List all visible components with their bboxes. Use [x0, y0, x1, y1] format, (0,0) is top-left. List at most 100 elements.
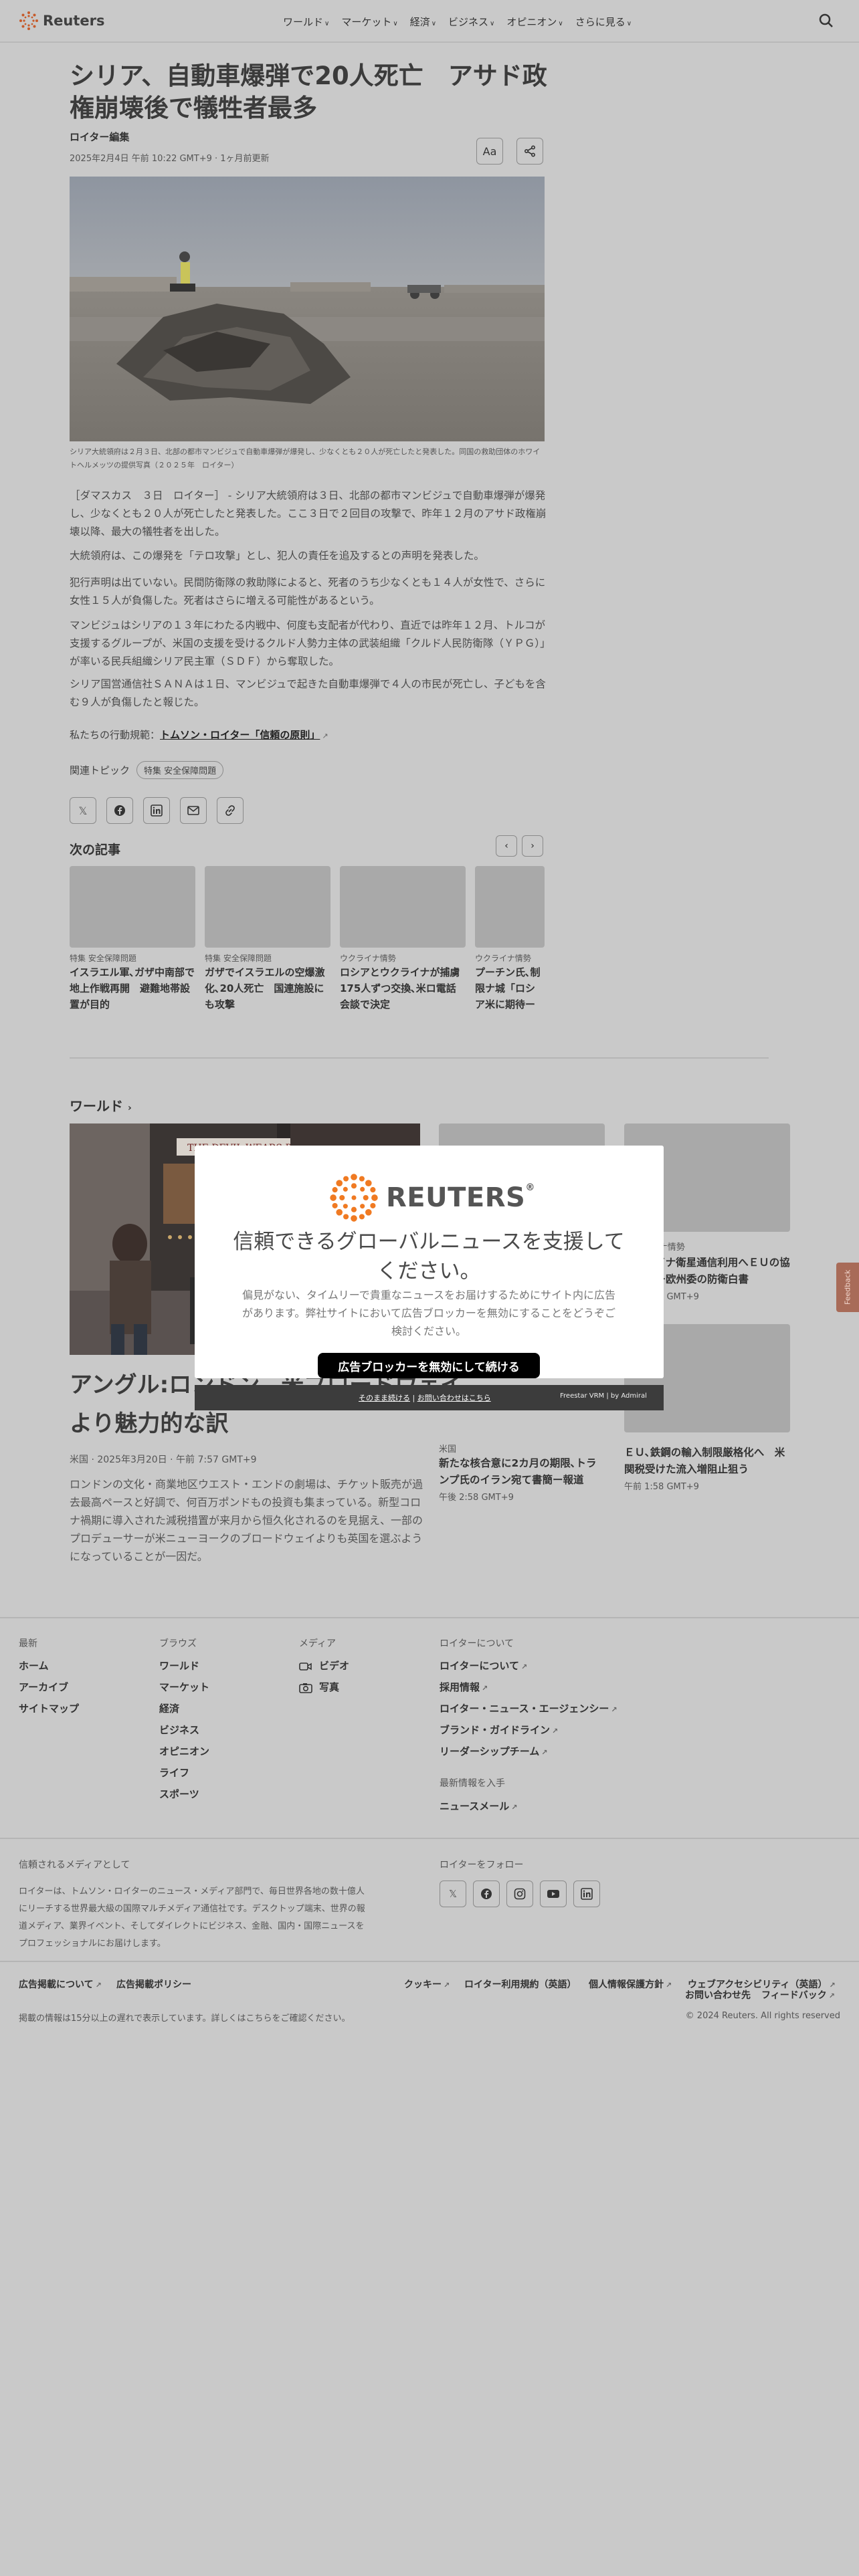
- nav-item-business[interactable]: ビジネス ∨: [448, 15, 494, 29]
- footer-link[interactable]: ロイターについて ↗: [440, 1658, 527, 1673]
- privacy-link[interactable]: 個人情報保護方針 ↗: [589, 1977, 672, 1991]
- footer-heading: ブラウズ: [159, 1638, 197, 1649]
- ad-policy-link[interactable]: 広告掲載ポリシー: [116, 1977, 191, 1991]
- world-heading-text: ワールド: [70, 1098, 123, 1114]
- side-story-tag: 米国: [439, 1444, 457, 1455]
- footer-link[interactable]: サイトマップ: [19, 1701, 79, 1715]
- side-story-title[interactable]: ＥＵ､鉄鋼の輸入制限厳格化へ 米関税受けた流入増阻止狙う: [624, 1444, 791, 1478]
- footer-link[interactable]: アーカイブ: [19, 1680, 68, 1694]
- footer-link[interactable]: ロイター・ニュース・エージェンシー ↗: [440, 1701, 617, 1715]
- contact-link[interactable]: お問い合わせ先: [685, 1988, 751, 2002]
- nav-item-economy[interactable]: 経済 ∨: [410, 15, 436, 29]
- footer-photo-link[interactable]: 写真: [299, 1680, 339, 1694]
- text-size-label: Aa: [482, 144, 497, 158]
- external-link-icon: ↗: [828, 1992, 835, 2000]
- side-story-time: 午前 1:58 GMT+9: [624, 1482, 699, 1492]
- x-icon[interactable]: 𝕏: [440, 1881, 466, 1907]
- share-linkedin-icon[interactable]: [143, 797, 170, 824]
- video-link-label: ビデオ: [319, 1660, 350, 1672]
- continue-anyway-link[interactable]: そのまま続ける: [359, 1394, 410, 1402]
- search-icon[interactable]: [818, 13, 834, 31]
- video-icon: [299, 1662, 312, 1671]
- article-paragraph: マンビジュはシリアの１３年にわたる内戦中、何度も支配者が代わり、直近では昨年１２…: [70, 619, 545, 667]
- card-tag: ウクライナ情勢: [340, 954, 396, 963]
- footer-link[interactable]: ホーム: [19, 1658, 49, 1673]
- footer-link[interactable]: ライフ: [159, 1765, 189, 1780]
- topic-chip[interactable]: 特集 安全保障問題: [136, 761, 224, 779]
- text-size-button[interactable]: Aa: [476, 138, 503, 165]
- footer-heading: メディア: [299, 1638, 337, 1649]
- contact-us-link[interactable]: お問い合わせはこちら: [417, 1394, 491, 1402]
- section-divider: [70, 1057, 769, 1059]
- share-email-icon[interactable]: [180, 797, 207, 824]
- footer-link[interactable]: オピニオン: [159, 1744, 209, 1758]
- side-story-time: 午後 2:58 GMT+9: [439, 1493, 514, 1503]
- footer-heading: ロイターについて: [440, 1638, 514, 1649]
- card-title[interactable]: ロシアとウクライナが捕虜175人ずつ交換､米ロ電話会談で決定: [340, 964, 466, 1012]
- carousel-prev-button[interactable]: ‹: [496, 835, 517, 857]
- terms-link[interactable]: ロイター利用規約（英語）: [464, 1977, 576, 1991]
- card-thumbnail: [205, 866, 330, 948]
- footer-video-link[interactable]: ビデオ: [299, 1658, 349, 1673]
- trusted-description: ロイターは、トムソン・ロイターのニュース・メディア部門で、毎日世界各地の数十億人…: [19, 1887, 365, 1949]
- delay-note: 掲載の情報は15分以上の遅れで表示しています。詳しくはこちらをご確認ください。: [19, 2014, 351, 2024]
- reuters-logo-icon: [19, 11, 38, 30]
- cookies-link[interactable]: クッキー ↗: [404, 1977, 450, 1991]
- external-link-icon: ↗: [541, 1748, 548, 1757]
- nav-item-markets[interactable]: マーケット ∨: [341, 15, 397, 29]
- card-tag: ウクライナ情勢: [475, 954, 531, 963]
- share-facebook-icon[interactable]: [106, 797, 133, 824]
- facebook-icon[interactable]: [473, 1881, 500, 1907]
- share-button[interactable]: [516, 138, 543, 165]
- reuters-logo[interactable]: Reuters: [19, 11, 105, 31]
- instagram-icon[interactable]: [506, 1881, 533, 1907]
- footer-divider: [0, 1838, 859, 1839]
- article-paragraph: 大統領府は、この爆発を「テロ攻撃」とし、犯人の責任を追及するとの声明を発表した。: [70, 550, 484, 562]
- card-thumbnail: [340, 866, 466, 948]
- modal-brand-text: REUTERS: [386, 1182, 526, 1213]
- chevron-right-icon: ›: [531, 841, 535, 851]
- card-title[interactable]: ガザでイスラエルの空爆激化､20人死亡 国連施設にも攻撃: [205, 964, 330, 1012]
- trust-principles-link[interactable]: トムソン・ロイター「信頼の原則」: [160, 729, 320, 741]
- modal-footer: そのまま続ける | お問い合わせはこちら Freestar VRM | by A…: [195, 1385, 664, 1410]
- disable-adblock-button[interactable]: 広告ブロッカーを無効にして続ける: [318, 1353, 540, 1378]
- footer-link[interactable]: ビジネス: [159, 1723, 199, 1737]
- related-topics: 関連トピック 特集 安全保障問題: [70, 761, 224, 779]
- modal-body: 偏見がない、タイムリーで貴重なニュースをお届けするためにサイト内に広告があります…: [242, 1289, 616, 1337]
- card-title[interactable]: プーチン氏､制限ナ城「ロシア米に期待ー報: [475, 964, 545, 1012]
- copyright: © 2024 Reuters. All rights reserved: [685, 2011, 840, 2021]
- nav-item-more[interactable]: さらに見る ∨: [575, 15, 632, 29]
- youtube-icon[interactable]: [540, 1881, 567, 1907]
- footer-link[interactable]: スポーツ: [159, 1787, 199, 1801]
- nav-item-world[interactable]: ワールド ∨: [283, 15, 329, 29]
- footer-link[interactable]: 採用情報 ↗: [440, 1680, 488, 1694]
- feedback-tab[interactable]: Feedback: [836, 1263, 859, 1312]
- photo-link-label: 写真: [319, 1681, 340, 1693]
- author-link[interactable]: ロイター編集: [70, 130, 129, 144]
- footer-link[interactable]: ブランド・ガイドライン ↗: [440, 1723, 558, 1737]
- newsletter-link[interactable]: ニュースメール ↗: [440, 1799, 517, 1813]
- card-title[interactable]: イスラエル軍､ガザ中南部で地上作戦再開 避難地帯設置が目的: [70, 964, 195, 1012]
- world-lead-meta: 米国 · 2025年3月20日 · 午前 7:57 GMT+9: [70, 1455, 257, 1465]
- footer-link[interactable]: マーケット: [159, 1680, 209, 1694]
- article-paragraph: シリア国営通信社ＳＡＮＡは１日、マンビジュで起きた自動車爆弾で４人の市民が死亡し…: [70, 678, 546, 708]
- side-story-title[interactable]: 新たな核合意に2カ月の期限､トランプ氏のイラン宛て書簡ー報道: [439, 1455, 606, 1489]
- article-paragraph: 犯行声明は出ていない。民間防衛隊の救助隊によると、死者のうち少なくとも１４人が女…: [70, 576, 546, 607]
- article-hero-image: [70, 177, 545, 441]
- world-section-heading[interactable]: ワールド ›: [70, 1095, 132, 1115]
- footer-link[interactable]: 経済: [159, 1701, 179, 1715]
- copy-link-icon[interactable]: [217, 797, 244, 824]
- linkedin-icon[interactable]: [573, 1881, 600, 1907]
- image-caption: シリア大統領府は２月３日、北部の都市マンビジュで自動車爆弾が爆発し、少なくとも２…: [70, 447, 541, 469]
- card-tag: 特集 安全保障問題: [70, 954, 136, 963]
- footer-link[interactable]: リーダーシップチーム ↗: [440, 1744, 547, 1758]
- card-thumbnail: [475, 866, 545, 948]
- external-link-icon: ↗: [95, 1981, 102, 1990]
- feedback-link[interactable]: フィードバック ↗: [761, 1988, 835, 2002]
- advertise-link[interactable]: 広告掲載について ↗: [19, 1977, 102, 1991]
- share-x-icon[interactable]: 𝕏: [70, 797, 96, 824]
- footer-link[interactable]: ワールド: [159, 1658, 199, 1673]
- nav-item-opinion[interactable]: オピニオン ∨: [506, 15, 563, 29]
- external-link-icon: ↗: [511, 1803, 518, 1812]
- carousel-next-button[interactable]: ›: [522, 835, 543, 857]
